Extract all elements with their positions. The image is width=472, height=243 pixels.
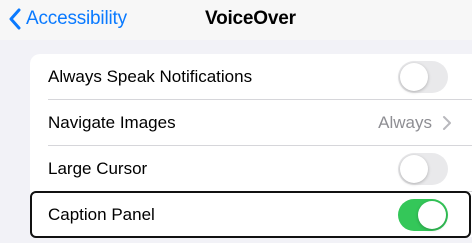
page-title: VoiceOver	[205, 8, 296, 29]
voiceover-settings-screen: Accessibility VoiceOver Always Speak Not…	[0, 0, 472, 243]
settings-group: Always Speak Notifications Navigate Imag…	[30, 54, 472, 237]
navigation-bar: Accessibility VoiceOver	[0, 0, 472, 40]
setting-row-caption-panel[interactable]: Caption Panel	[30, 192, 472, 238]
setting-value: Always	[378, 113, 432, 132]
toggle-knob	[400, 155, 428, 183]
caption-panel-toggle[interactable]	[398, 199, 448, 231]
setting-row-navigate-images[interactable]: Navigate Images Always	[30, 100, 472, 146]
setting-label: Always Speak Notifications	[48, 67, 253, 86]
always-speak-notifications-toggle[interactable]	[398, 61, 448, 93]
toggle-knob	[400, 63, 428, 91]
chevron-right-icon	[442, 115, 452, 131]
setting-label: Large Cursor	[48, 159, 148, 178]
chevron-left-icon	[4, 6, 26, 32]
setting-row-large-cursor[interactable]: Large Cursor	[30, 146, 472, 192]
large-cursor-toggle[interactable]	[398, 153, 448, 185]
toggle-knob	[418, 201, 446, 229]
setting-label: Caption Panel	[48, 205, 155, 224]
back-button-label: Accessibility	[26, 8, 127, 29]
setting-row-always-speak-notifications[interactable]: Always Speak Notifications	[30, 54, 472, 100]
back-button[interactable]: Accessibility	[4, 6, 127, 32]
setting-label: Navigate Images	[48, 113, 176, 132]
